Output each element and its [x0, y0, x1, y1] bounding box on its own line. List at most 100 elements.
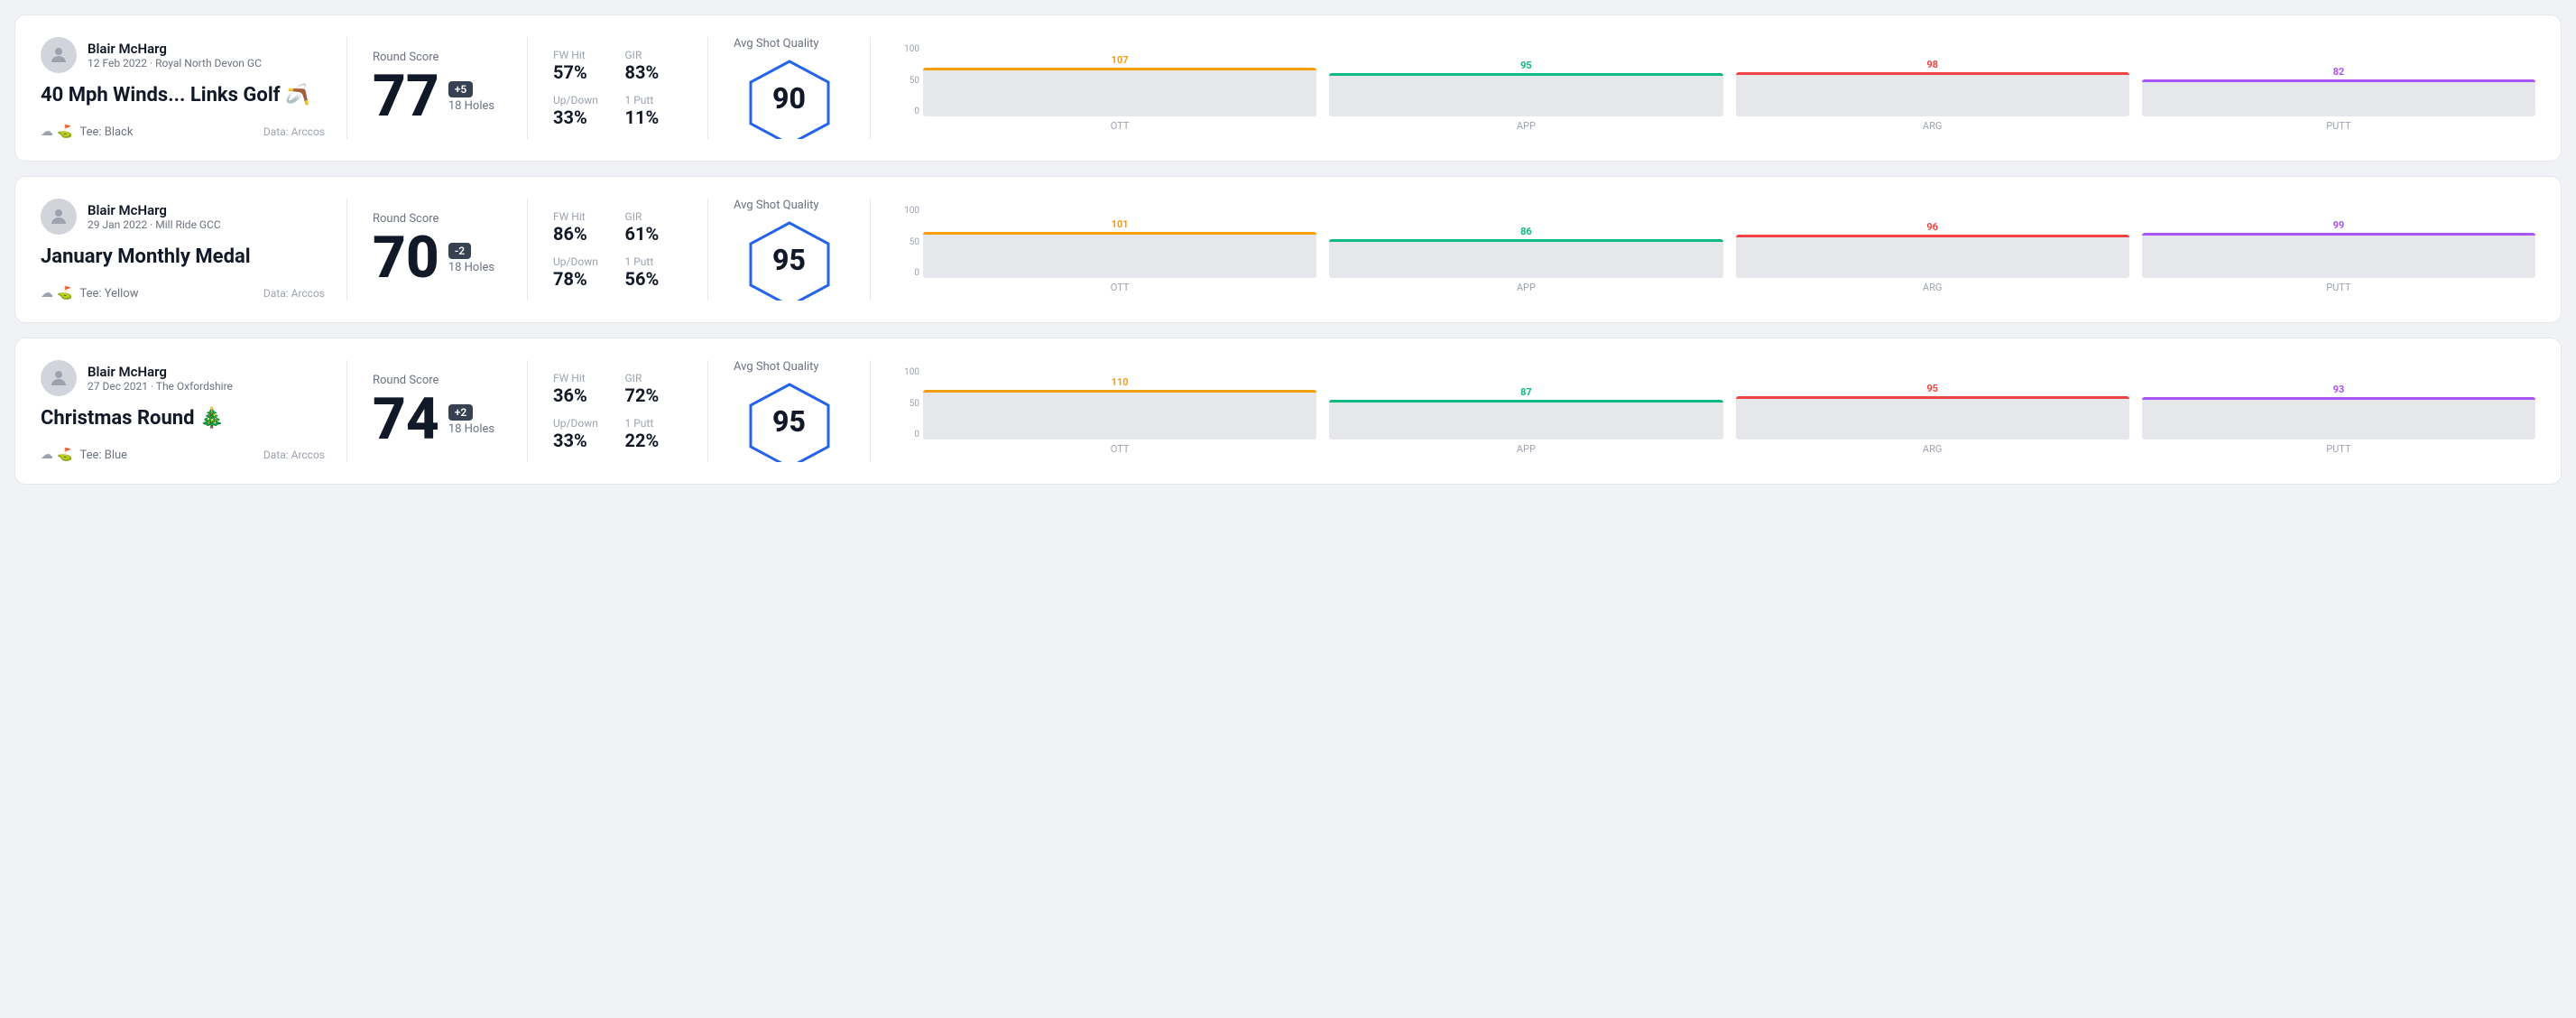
stat-label-fw: FW Hit [553, 49, 611, 61]
score-holes: 18 Holes [448, 99, 494, 113]
stat-oneputt: 1 Putt 11% [625, 94, 683, 128]
data-source: Data: Arccos [263, 287, 325, 300]
score-diff: +5 [448, 81, 473, 97]
tee-info: ☁ ⛳ Tee: Yellow [41, 286, 139, 301]
tee-icons: ☁ ⛳ [41, 448, 72, 462]
hexagon-container: 95 [744, 381, 835, 462]
stats-grid: FW Hit 36% GIR 72% Up/Down 33% 1 Putt 22… [553, 372, 682, 451]
bar-value-app: 86 [1520, 226, 1532, 237]
bar-ott [923, 232, 1316, 278]
bars-row: 110 87 95 93 [923, 367, 2535, 440]
stat-value-fw: 86% [553, 223, 611, 245]
round-card-1: Blair McHarg 12 Feb 2022 · Royal North D… [14, 14, 2562, 162]
player-header: Blair McHarg 27 Dec 2021 · The Oxfordshi… [41, 360, 325, 396]
tee-icons: ☁ ⛳ [41, 125, 72, 139]
score-diff: +2 [448, 404, 473, 421]
card-score-2: Round Score 70 -2 18 Holes [347, 199, 528, 301]
card-chart-3: 100 50 0 110 87 [871, 360, 2535, 462]
y-axis-labels: 100 50 0 [896, 44, 923, 116]
y-label-50: 50 [909, 237, 919, 247]
player-name: Blair McHarg [88, 202, 221, 218]
y-label-0: 0 [914, 268, 919, 278]
bar-group-arg: 96 [1736, 206, 2129, 278]
quality-label: Avg Shot Quality [734, 199, 819, 212]
player-header: Blair McHarg 29 Jan 2022 · Mill Ride GCC [41, 199, 325, 235]
player-info: Blair McHarg 12 Feb 2022 · Royal North D… [88, 41, 262, 69]
bar-group-putt: 99 [2142, 206, 2535, 278]
stat-value-fw: 36% [553, 384, 611, 406]
stats-grid: FW Hit 57% GIR 83% Up/Down 33% 1 Putt 11… [553, 49, 682, 128]
bar-group-arg: 95 [1736, 367, 2129, 440]
score-main: 70 -2 18 Holes [373, 229, 502, 287]
y-axis-labels: 100 50 0 [896, 206, 923, 278]
bar-group-app: 95 [1329, 44, 1722, 116]
golf-bag-icon: ⛳ [57, 448, 72, 462]
bar-value-arg: 95 [1926, 383, 1938, 394]
hexagon-score: 95 [772, 404, 806, 439]
bar-value-putt: 82 [2333, 66, 2345, 78]
stat-label-fw: FW Hit [553, 210, 611, 223]
card-score-1: Round Score 77 +5 18 Holes [347, 37, 528, 139]
stat-gir: GIR 83% [625, 49, 683, 83]
stat-label-gir: GIR [625, 210, 683, 223]
bar-group-ott: 107 [923, 44, 1316, 116]
score-badge: -2 18 Holes [448, 243, 494, 274]
bar-group-app: 87 [1329, 367, 1722, 440]
stat-value-gir: 72% [625, 384, 683, 406]
chart-area: 100 50 0 107 95 [896, 44, 2535, 116]
quality-label: Avg Shot Quality [734, 360, 819, 374]
stat-fw-hit: FW Hit 36% [553, 372, 611, 406]
stat-label-oneputt: 1 Putt [625, 255, 683, 268]
weather-icon: ☁ [41, 448, 53, 462]
stat-label-fw: FW Hit [553, 372, 611, 384]
golf-bag-icon: ⛳ [57, 125, 72, 139]
bar-group-putt: 82 [2142, 44, 2535, 116]
card-stats-3: FW Hit 36% GIR 72% Up/Down 33% 1 Putt 22… [528, 360, 708, 462]
chart-inner: 100 50 0 107 95 [896, 44, 2535, 132]
stat-updown: Up/Down 78% [553, 255, 611, 290]
tee-label: Tee: Blue [79, 449, 127, 462]
player-header: Blair McHarg 12 Feb 2022 · Royal North D… [41, 37, 325, 73]
chart-x-label: OTT [923, 282, 1316, 293]
stats-grid: FW Hit 86% GIR 61% Up/Down 78% 1 Putt 56… [553, 210, 682, 290]
hexagon-score: 90 [772, 81, 806, 116]
tee-info: ☁ ⛳ Tee: Black [41, 125, 133, 139]
user-icon [48, 206, 69, 227]
bar-arg [1736, 396, 2129, 440]
bars-row: 107 95 98 82 [923, 44, 2535, 116]
stat-value-updown: 33% [553, 430, 611, 451]
chart-x-label: PUTT [2142, 443, 2535, 455]
card-chart-2: 100 50 0 101 86 [871, 199, 2535, 301]
stat-value-oneputt: 56% [625, 268, 683, 290]
stat-label-updown: Up/Down [553, 417, 611, 430]
user-icon [48, 367, 69, 389]
bar-ott [923, 390, 1316, 440]
stat-value-oneputt: 11% [625, 106, 683, 128]
chart-x-label: PUTT [2142, 282, 2535, 293]
round-title: 40 Mph Winds... Links Golf 🪃 [41, 84, 325, 107]
bars-row: 101 86 96 99 [923, 206, 2535, 278]
player-info: Blair McHarg 27 Dec 2021 · The Oxfordshi… [88, 364, 233, 393]
bar-app [1329, 73, 1722, 116]
stat-value-updown: 78% [553, 268, 611, 290]
golf-bag-icon: ⛳ [57, 286, 72, 301]
bar-group-putt: 93 [2142, 367, 2535, 440]
bar-value-putt: 93 [2333, 384, 2345, 395]
score-holes: 18 Holes [448, 261, 494, 274]
round-title: January Monthly Medal [41, 245, 325, 269]
card-footer: ☁ ⛳ Tee: Black Data: Arccos [41, 125, 325, 139]
stat-label-gir: GIR [625, 372, 683, 384]
data-source: Data: Arccos [263, 449, 325, 461]
stat-value-oneputt: 22% [625, 430, 683, 451]
y-label-0: 0 [914, 106, 919, 116]
score-main: 74 +2 18 Holes [373, 391, 502, 449]
bar-app [1329, 400, 1722, 440]
chart-x-label: ARG [1736, 443, 2129, 455]
score-number: 77 [373, 68, 439, 125]
card-footer: ☁ ⛳ Tee: Blue Data: Arccos [41, 448, 325, 462]
card-left-1: Blair McHarg 12 Feb 2022 · Royal North D… [41, 37, 347, 139]
stat-value-updown: 33% [553, 106, 611, 128]
chart-area: 100 50 0 101 86 [896, 206, 2535, 278]
player-meta: 27 Dec 2021 · The Oxfordshire [88, 380, 233, 393]
user-icon [48, 44, 69, 66]
